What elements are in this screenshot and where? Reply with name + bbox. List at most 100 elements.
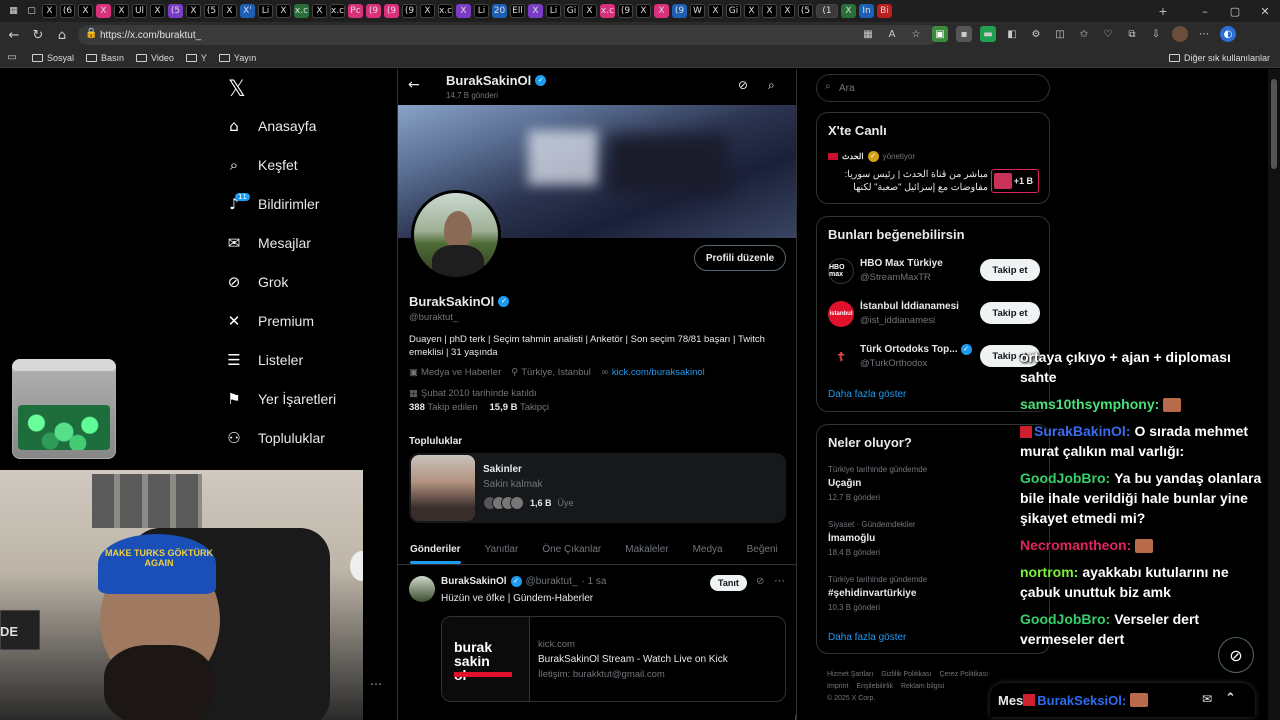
live-listeners[interactable]: +1 B xyxy=(991,169,1039,193)
browser-tab[interactable]: X xyxy=(841,4,856,18)
show-more-link[interactable]: Daha fazla göster xyxy=(828,632,906,643)
browser-tab[interactable]: X xyxy=(312,4,327,18)
browser-tab[interactable]: Bi xyxy=(877,4,892,18)
bookmark-app-icon[interactable]: ▭ xyxy=(4,50,20,66)
tab-likes[interactable]: Beğeni xyxy=(735,535,790,564)
browser-tab[interactable]: (6 xyxy=(60,4,75,18)
app-icon[interactable]: ▦ xyxy=(860,26,876,42)
tab-posts[interactable]: Gönderiler xyxy=(398,535,473,564)
browser-tab[interactable]: x.c xyxy=(294,4,309,18)
nav-explore[interactable]: ⌕ Keşfet xyxy=(222,148,298,182)
new-tab-icon[interactable]: + xyxy=(1148,0,1178,22)
extension-icon[interactable]: ▣ xyxy=(932,26,948,42)
browser-tab[interactable]: (9 xyxy=(672,4,687,18)
browser-tab[interactable]: x.c xyxy=(438,4,453,18)
tab-media[interactable]: Medya xyxy=(681,535,735,564)
browser-tab[interactable]: X xyxy=(114,4,129,18)
tab-replies[interactable]: Yanıtlar xyxy=(473,535,531,564)
browser-tab[interactable]: (5 xyxy=(168,4,183,18)
browser-tab[interactable]: (9 xyxy=(402,4,417,18)
browser-tab[interactable]: (9 xyxy=(366,4,381,18)
nav-lists[interactable]: ☰ Listeler xyxy=(222,343,303,377)
browser-tab[interactable]: Li xyxy=(474,4,489,18)
downloads-icon[interactable]: ⇩ xyxy=(1148,26,1164,42)
browser-tab[interactable]: Ul xyxy=(132,4,147,18)
browser-tab[interactable]: X xyxy=(186,4,201,18)
nav-messages[interactable]: ✉ Mesajlar xyxy=(222,226,311,260)
more-options-icon[interactable]: ⋯ xyxy=(774,574,785,587)
minimize-icon[interactable]: – xyxy=(1190,0,1220,22)
grok-floating-button[interactable]: ⊘ xyxy=(1218,637,1254,673)
bookmark-folder-basin[interactable]: Basın xyxy=(86,53,124,63)
search-icon[interactable]: ⌕ xyxy=(768,78,775,93)
nav-home[interactable]: ⌂ Anasayfa xyxy=(222,109,316,143)
refresh-icon[interactable]: ↻ xyxy=(26,24,50,46)
collections-icon[interactable]: ⧉ xyxy=(1124,26,1140,42)
browser-tab[interactable]: X xyxy=(456,4,471,18)
browser-tab[interactable]: Gi xyxy=(726,4,741,18)
other-favorites[interactable]: Diğer sık kullanılanlar xyxy=(1168,53,1270,63)
extension-icon[interactable]: ◧ xyxy=(1004,26,1020,42)
nav-premium[interactable]: ✕ Premium xyxy=(222,304,314,338)
browser-tab[interactable]: Ell xyxy=(510,4,525,18)
home-icon[interactable]: ⌂ xyxy=(50,24,74,46)
more-menu-icon[interactable]: ⋯ xyxy=(1196,26,1212,42)
trend-item[interactable]: Türkiye tarihinde gündemde Uçağın 12,7 B… xyxy=(828,465,1038,502)
suggestion-item[interactable]: ☦ Türk Ortodoks Top... ✓ @TurkOrthodox Ta… xyxy=(828,339,1040,375)
live-box[interactable]: X'te Canlı الحدث ✓ yönetiyor مباشر من قناة… xyxy=(816,112,1050,204)
grok-icon[interactable]: ⊘ xyxy=(756,576,764,587)
browser-tab[interactable]: X xyxy=(654,4,669,18)
browser-tab[interactable]: X' xyxy=(240,4,255,18)
read-aloud-icon[interactable]: A xyxy=(884,26,900,42)
nav-communities[interactable]: ⚇ Topluluklar xyxy=(222,421,325,455)
follow-button[interactable]: Takip et xyxy=(980,259,1040,281)
browser-tab[interactable]: (9 xyxy=(384,4,399,18)
browser-tab[interactable]: X xyxy=(780,4,795,18)
show-more-link[interactable]: Daha fazla göster xyxy=(828,389,906,400)
copilot-icon[interactable]: ◐ xyxy=(1220,26,1236,42)
browser-tab[interactable]: X xyxy=(150,4,165,18)
follow-button[interactable]: Takip et xyxy=(980,302,1040,324)
browser-tab[interactable]: (9 xyxy=(618,4,633,18)
profile-link[interactable]: ∞ kick.com/buraksakinol xyxy=(601,367,705,378)
back-arrow-icon[interactable]: ← xyxy=(408,77,420,93)
trend-item[interactable]: Türkiye tarihinde gündemde #şehidinvartü… xyxy=(828,575,1038,612)
maximize-icon[interactable]: ▢ xyxy=(1220,0,1250,22)
browser-tab[interactable]: (5 xyxy=(204,4,219,18)
browser-tab[interactable]: 20 xyxy=(492,4,507,18)
link-card[interactable]: buraksakinol kick.com BurakSakinOl Strea… xyxy=(441,616,786,702)
favorite-star-icon[interactable]: ☆ xyxy=(908,26,924,42)
suggestion-item[interactable]: istanbul İstanbul İddianamesi @ist_iddia… xyxy=(828,296,1040,332)
nav-grok[interactable]: ⊘ Grok xyxy=(222,265,289,299)
nav-notifications[interactable]: ♪ 11 Bildirimler xyxy=(222,187,319,221)
expand-chevron-icon[interactable]: ⌃ xyxy=(1225,691,1236,706)
search-input[interactable]: ⌕ Ara xyxy=(816,74,1050,102)
browser-tab[interactable]: X xyxy=(42,4,57,18)
browser-tab[interactable]: W xyxy=(690,4,705,18)
profile-avatar[interactable] xyxy=(411,190,501,280)
promote-button[interactable]: Tanıt xyxy=(710,575,747,591)
bookmark-folder-video[interactable]: Video xyxy=(136,53,174,63)
vertical-tabs-icon[interactable]: ▢ xyxy=(24,4,39,18)
tab-actions-icon[interactable]: ▦ xyxy=(6,4,21,18)
browser-tab[interactable]: X xyxy=(276,4,291,18)
extension-icon[interactable]: ⚙ xyxy=(1028,26,1044,42)
browser-tab[interactable]: X xyxy=(582,4,597,18)
page-scrollbar[interactable] xyxy=(1268,69,1280,720)
browser-tab[interactable]: Li xyxy=(258,4,273,18)
browser-tab[interactable]: x.c xyxy=(330,4,345,18)
bookmark-folder-yayin[interactable]: Yayın xyxy=(218,53,256,63)
browser-tab[interactable]: X xyxy=(528,4,543,18)
browser-tab[interactable]: X xyxy=(762,4,777,18)
browser-tab[interactable]: X xyxy=(744,4,759,18)
x-logo-icon[interactable]: 𝕏 xyxy=(228,77,246,102)
grok-icon[interactable]: ⊘ xyxy=(738,78,748,92)
browser-tab[interactable]: X xyxy=(222,4,237,18)
compose-message-icon[interactable]: ✉ xyxy=(1202,692,1212,706)
browser-tab[interactable]: x.c xyxy=(600,4,615,18)
tab-highlights[interactable]: Öne Çıkanlar xyxy=(530,535,613,564)
browser-tab[interactable]: In xyxy=(859,4,874,18)
back-arrow-icon[interactable]: ← xyxy=(2,24,26,46)
following-link[interactable]: 388 Takip edilen xyxy=(409,402,478,413)
browser-tab[interactable]: (1 xyxy=(816,4,838,18)
